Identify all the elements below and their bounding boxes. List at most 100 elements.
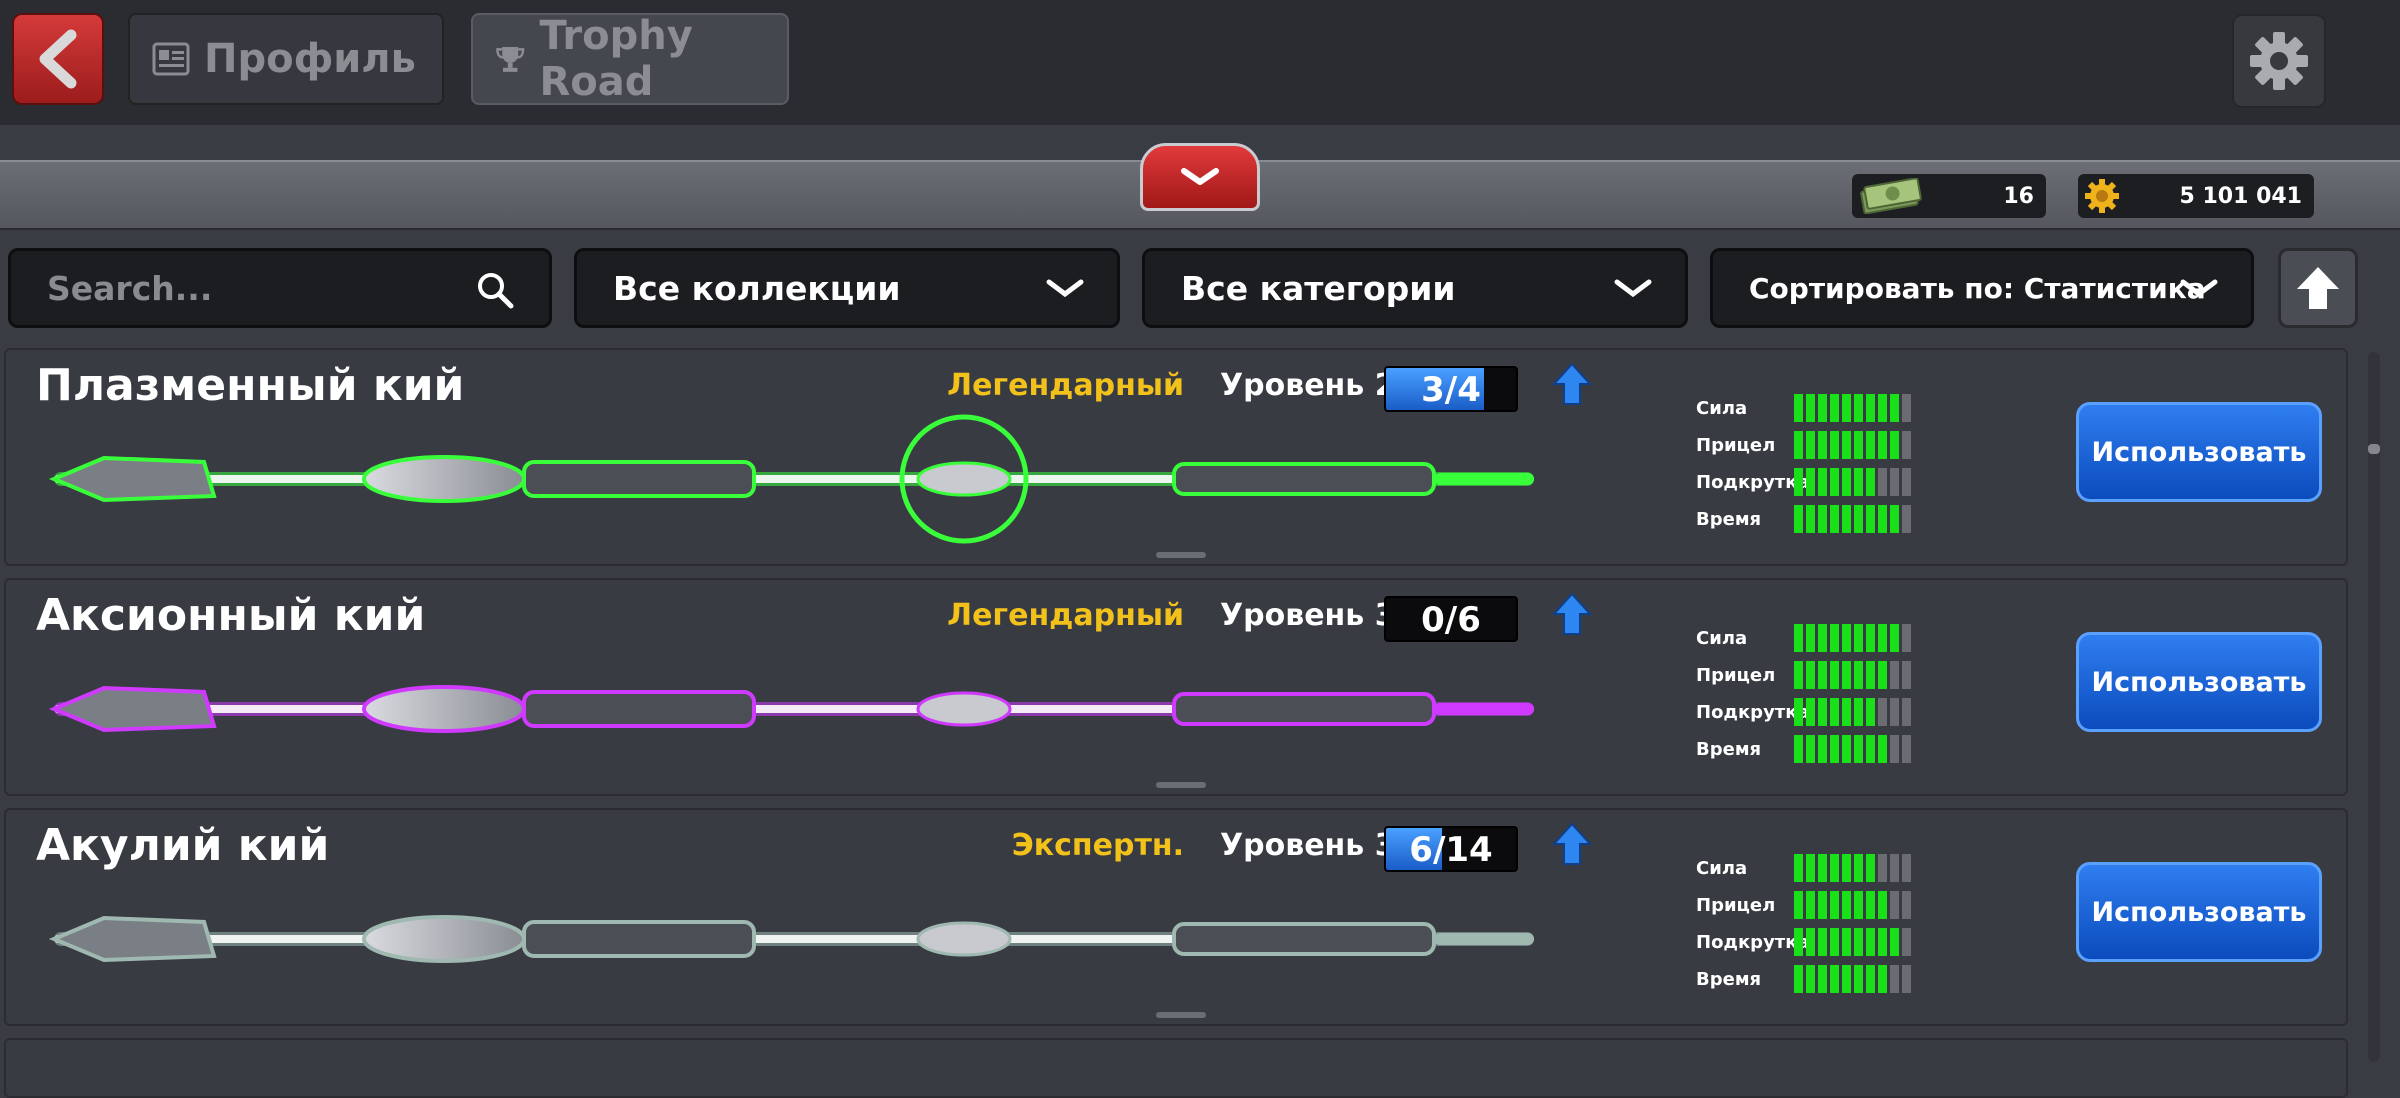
- stat-bar-segment: [1830, 928, 1839, 956]
- cue-row-partial[interactable]: [4, 1038, 2348, 1098]
- stat-bar-segment: [1818, 891, 1827, 919]
- cash-counter[interactable]: 16: [1852, 174, 2046, 218]
- tab-trophy-road[interactable]: Trophy Road: [471, 13, 789, 105]
- stat-bar-segment: [1854, 965, 1863, 993]
- use-button[interactable]: Использовать: [2076, 862, 2322, 962]
- stat-bar-segment: [1854, 928, 1863, 956]
- stat-bar-segment: [1854, 505, 1863, 533]
- stat-bar-segment: [1878, 431, 1887, 459]
- stat-row: Прицел: [1696, 891, 1956, 928]
- scrollbar-thumb[interactable]: [2368, 444, 2380, 454]
- stat-bar-segment: [1818, 394, 1827, 422]
- cue-stats: Сила Прицел Подкрутка Время: [1696, 624, 1956, 772]
- stat-bar: [1794, 505, 1911, 533]
- stat-label: Подкрутка: [1696, 702, 1810, 723]
- cue-level: Уровень 3: [1220, 598, 1396, 633]
- chevron-down-icon: [2180, 279, 2218, 298]
- stat-label: Подкрутка: [1696, 932, 1810, 953]
- stat-bar-segment: [1854, 891, 1863, 919]
- stat-bar-segment: [1830, 505, 1839, 533]
- collections-value: Все коллекции: [613, 268, 901, 308]
- stat-label: Прицел: [1696, 435, 1776, 456]
- stat-bar-segment: [1866, 431, 1875, 459]
- stat-bar-segment: [1794, 735, 1803, 763]
- stat-bar-segment: [1806, 965, 1815, 993]
- expand-handle[interactable]: [1156, 1012, 1206, 1018]
- stat-bar-segment: [1794, 468, 1803, 496]
- stat-bar-segment: [1866, 505, 1875, 533]
- stat-bar-segment: [1806, 394, 1815, 422]
- search-input[interactable]: Search...: [8, 248, 552, 328]
- stat-bar-segment: [1806, 468, 1815, 496]
- stat-bar-segment: [1830, 394, 1839, 422]
- back-button[interactable]: [12, 13, 104, 105]
- sort-direction-button[interactable]: [2278, 248, 2358, 328]
- stat-bar-segment: [1854, 661, 1863, 689]
- stat-bar-segment: [1794, 661, 1803, 689]
- stat-bar-segment: [1902, 854, 1911, 882]
- stat-bar-segment: [1842, 468, 1851, 496]
- upgrade-arrow-icon[interactable]: [1552, 822, 1592, 866]
- stat-bar-segment: [1854, 431, 1863, 459]
- stat-bar-segment: [1866, 698, 1875, 726]
- stat-bar: [1794, 624, 1911, 652]
- use-button[interactable]: Использовать: [2076, 402, 2322, 502]
- collections-dropdown[interactable]: Все коллекции: [574, 248, 1120, 328]
- expand-handle[interactable]: [1156, 552, 1206, 558]
- stat-bar: [1794, 928, 1911, 956]
- tab-trophy-label: Trophy Road: [539, 13, 693, 105]
- stat-bar-segment: [1794, 891, 1803, 919]
- stat-bar: [1794, 431, 1911, 459]
- stat-bar-segment: [1794, 505, 1803, 533]
- stat-bar-segment: [1794, 624, 1803, 652]
- settings-button[interactable]: [2232, 14, 2326, 108]
- cue-row[interactable]: Плазменный кий Легендарный Уровень 2 3/4 Сил…: [4, 348, 2348, 566]
- stat-bar-segment: [1806, 698, 1815, 726]
- categories-dropdown[interactable]: Все категории: [1142, 248, 1688, 328]
- stat-bar-segment: [1890, 505, 1899, 533]
- chevron-down-icon: [1614, 279, 1652, 298]
- stat-bar-segment: [1890, 698, 1899, 726]
- stat-bar-segment: [1842, 624, 1851, 652]
- expand-handle[interactable]: [1156, 782, 1206, 788]
- collapse-button[interactable]: [1140, 143, 1260, 211]
- stat-bar-segment: [1842, 394, 1851, 422]
- stat-label: Подкрутка: [1696, 472, 1810, 493]
- stat-bar-segment: [1866, 928, 1875, 956]
- scrollbar-track[interactable]: [2368, 352, 2380, 1062]
- stat-label: Сила: [1696, 858, 1748, 879]
- stat-bar-segment: [1890, 624, 1899, 652]
- tab-profile-label: Профиль: [204, 36, 416, 82]
- coins-counter[interactable]: 5 101 041: [2078, 174, 2314, 218]
- stat-row: Сила: [1696, 624, 1956, 661]
- stat-bar-segment: [1830, 735, 1839, 763]
- stat-bar-segment: [1818, 468, 1827, 496]
- stat-bar-segment: [1890, 735, 1899, 763]
- stat-bar-segment: [1890, 661, 1899, 689]
- stat-bar-segment: [1806, 735, 1815, 763]
- stat-row: Сила: [1696, 854, 1956, 891]
- stat-row: Прицел: [1696, 661, 1956, 698]
- stat-bar-segment: [1818, 854, 1827, 882]
- stat-bar: [1794, 698, 1911, 726]
- stat-bar-segment: [1830, 468, 1839, 496]
- stat-bar-segment: [1818, 431, 1827, 459]
- tab-profile[interactable]: Профиль: [128, 13, 444, 105]
- stat-label: Время: [1696, 739, 1762, 760]
- use-button[interactable]: Использовать: [2076, 632, 2322, 732]
- stat-bar-segment: [1794, 431, 1803, 459]
- stat-bar-segment: [1878, 891, 1887, 919]
- cash-icon: [1860, 178, 1922, 214]
- cue-stats: Сила Прицел Подкрутка Время: [1696, 854, 1956, 1002]
- stat-bar-segment: [1842, 698, 1851, 726]
- stat-bar-segment: [1806, 624, 1815, 652]
- cue-row[interactable]: Аксионный кий Легендарный Уровень 3 0/6 Сила…: [4, 578, 2348, 796]
- stat-label: Сила: [1696, 398, 1748, 419]
- stat-bar-segment: [1842, 735, 1851, 763]
- cue-row[interactable]: Акулий кий Экспертн. Уровень 3 6/14 Сила Приц…: [4, 808, 2348, 1026]
- upgrade-arrow-icon[interactable]: [1552, 362, 1592, 406]
- stat-bar-segment: [1854, 468, 1863, 496]
- sort-dropdown[interactable]: Сортировать по: Статистика: [1710, 248, 2254, 328]
- upgrade-arrow-icon[interactable]: [1552, 592, 1592, 636]
- gear-icon: [2250, 32, 2308, 90]
